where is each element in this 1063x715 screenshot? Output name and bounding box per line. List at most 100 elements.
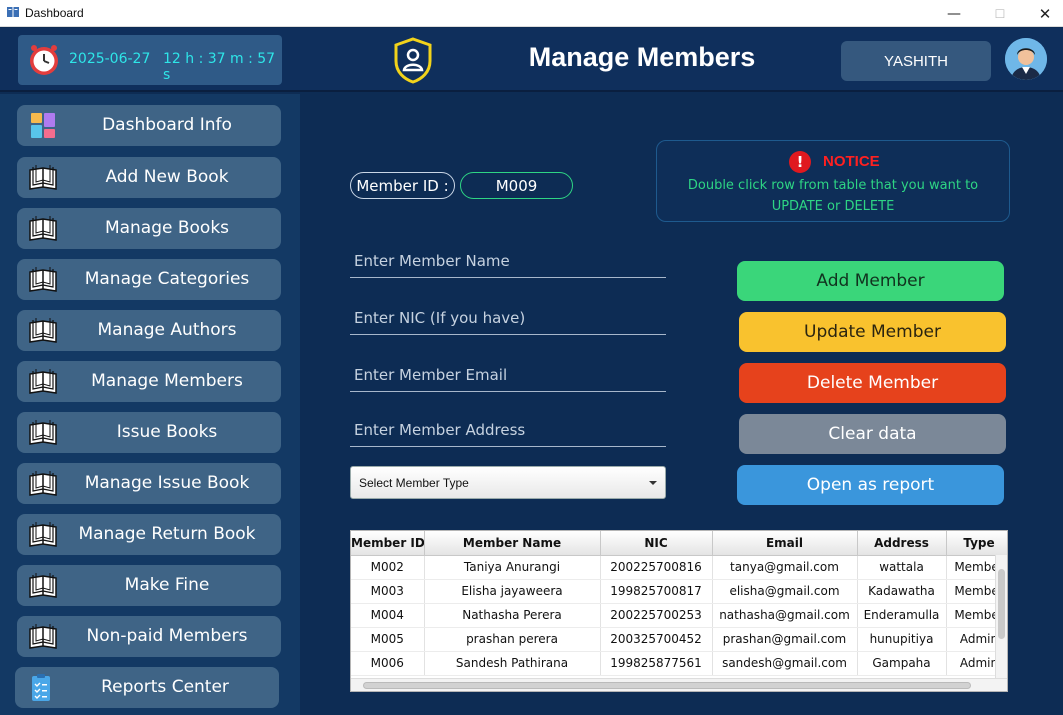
table-horizontal-scrollbar[interactable]	[351, 678, 1007, 691]
member-email-field	[350, 358, 666, 392]
table-cell: Kadawatha	[857, 579, 947, 604]
sidebar-item-manage-members[interactable]: Manage Members	[17, 361, 281, 402]
sidebar-item-non-paid-members[interactable]: Non-paid Members	[17, 616, 281, 657]
clear-data-button[interactable]: Clear data	[739, 414, 1006, 454]
sidebar-item-manage-books[interactable]: Manage Books	[17, 208, 281, 249]
table-cell: 200325700452	[600, 627, 713, 652]
notice-title: NOTICE	[823, 153, 880, 170]
table-row[interactable]: M005 prashan perera 200325700452 prashan…	[351, 627, 1007, 652]
sidebar-item-reports-center[interactable]: Reports Center	[15, 667, 279, 708]
book-icon	[29, 165, 57, 190]
book-icon	[29, 420, 57, 445]
sidebar-item-label: Dashboard Info	[102, 115, 232, 135]
sidebar-item-label: Manage Books	[104, 218, 230, 238]
table-cell: Enderamulla	[857, 603, 947, 628]
sidebar-item-label: Issue Books	[116, 422, 218, 442]
member-type-select[interactable]: Select Member Type	[350, 466, 666, 499]
sidebar-item-label: Manage Categories	[84, 269, 250, 289]
table-row[interactable]: M006 Sandesh Pathirana 199825877561 sand…	[351, 651, 1007, 676]
current-date: 2025-06-27	[69, 51, 151, 67]
member-name-input[interactable]	[350, 244, 666, 277]
app-book-icon	[7, 7, 19, 17]
open-report-button[interactable]: Open as report	[737, 465, 1004, 505]
clock-icon	[30, 45, 58, 75]
app-window: Dashboard — ☐ ✕ 2025-06-27 12 h : 37 m :…	[0, 0, 1063, 715]
table-cell: elisha@gmail.com	[712, 579, 858, 604]
book-icon	[29, 318, 57, 343]
dropdown-arrow-icon	[649, 481, 657, 485]
scrollbar-thumb[interactable]	[363, 682, 971, 689]
table-row[interactable]: M004 Nathasha Perera 200225700253 nathas…	[351, 603, 1007, 628]
warning-icon: !	[789, 151, 811, 173]
table-cell: 200225700816	[600, 555, 713, 580]
sidebar-item-manage-issue-book[interactable]: Manage Issue Book	[17, 463, 281, 504]
delete-member-button[interactable]: Delete Member	[739, 363, 1006, 403]
table-cell: Taniya Anurangi	[424, 555, 601, 580]
member-address-input[interactable]	[350, 413, 666, 446]
table-cell: tanya@gmail.com	[712, 555, 858, 580]
sidebar-item-manage-return-book[interactable]: Manage Return Book	[17, 514, 281, 555]
book-icon	[29, 267, 57, 292]
table-vertical-scrollbar[interactable]	[995, 555, 1007, 679]
sidebar-item-label: Non-paid Members	[86, 626, 248, 646]
sidebar: Dashboard Info Add New Book Manage Books…	[0, 94, 300, 715]
close-button[interactable]: ✕	[1022, 0, 1063, 27]
column-header[interactable]: Email	[712, 531, 858, 556]
sidebar-item-issue-books[interactable]: Issue Books	[17, 412, 281, 453]
table-cell: 200225700253	[600, 603, 713, 628]
sidebar-item-manage-authors[interactable]: Manage Authors	[17, 310, 281, 351]
member-type-value: Select Member Type	[359, 476, 469, 490]
window-title: Dashboard	[25, 6, 84, 20]
update-member-button[interactable]: Update Member	[739, 312, 1006, 352]
user-button[interactable]: YASHITH	[841, 41, 991, 81]
scrollbar-thumb[interactable]	[998, 569, 1005, 639]
table-cell: sandesh@gmail.com	[712, 651, 858, 676]
sidebar-item-label: Make Fine	[124, 575, 210, 595]
table-cell: Elisha jayaweera	[424, 579, 601, 604]
table-cell: 199825700817	[600, 579, 713, 604]
sidebar-item-label: Manage Authors	[97, 320, 237, 340]
table-cell: prashan@gmail.com	[712, 627, 858, 652]
table-row[interactable]: M002 Taniya Anurangi 200225700816 tanya@…	[351, 555, 1007, 580]
column-header[interactable]: Address	[857, 531, 947, 556]
table-cell: Gampaha	[857, 651, 947, 676]
dashboard-tiles-icon	[31, 113, 55, 138]
table-cell: M003	[351, 579, 425, 604]
member-email-input[interactable]	[350, 358, 666, 391]
sidebar-item-add-new-book[interactable]: Add New Book	[17, 157, 281, 198]
clock-panel: 2025-06-27 12 h : 37 m : 57 s	[18, 35, 282, 85]
column-header[interactable]: Type	[946, 531, 1007, 556]
clipboard-icon	[32, 674, 50, 701]
table-cell: Sandesh Pathirana	[424, 651, 601, 676]
title-bar: Dashboard — ☐ ✕	[0, 0, 1063, 27]
sidebar-item-label: Manage Return Book	[78, 524, 256, 544]
nic-input[interactable]	[350, 301, 666, 334]
sidebar-item-label: Manage Members	[91, 371, 243, 391]
minimize-button[interactable]: —	[931, 0, 977, 27]
member-id-label: Member ID :	[350, 172, 455, 199]
table-cell: hunupitiya	[857, 627, 947, 652]
table-cell: M006	[351, 651, 425, 676]
table-cell: 199825877561	[600, 651, 713, 676]
column-header[interactable]: Member ID	[351, 531, 425, 556]
member-name-field	[350, 244, 666, 278]
main-content: Member ID : M009 ! NOTICE Double click r…	[300, 94, 1063, 715]
members-table[interactable]: Member ID Member Name NIC Email Address …	[350, 530, 1008, 692]
sidebar-item-label: Add New Book	[105, 167, 229, 187]
book-icon	[29, 573, 57, 598]
book-icon	[29, 522, 57, 547]
header: 2025-06-27 12 h : 37 m : 57 s Manage Mem…	[0, 28, 1063, 92]
add-member-button[interactable]: Add Member	[737, 261, 1004, 301]
column-header[interactable]: Member Name	[424, 531, 601, 556]
maximize-button[interactable]: ☐	[977, 0, 1023, 27]
sidebar-item-dashboard-info[interactable]: Dashboard Info	[17, 105, 281, 146]
sidebar-item-manage-categories[interactable]: Manage Categories	[17, 259, 281, 300]
table-cell: prashan perera	[424, 627, 601, 652]
book-icon	[29, 216, 57, 241]
column-header[interactable]: NIC	[600, 531, 713, 556]
current-time: 12 h : 37 m : 57 s	[163, 51, 276, 83]
table-cell: wattala	[857, 555, 947, 580]
avatar[interactable]	[1005, 38, 1047, 80]
table-row[interactable]: M003 Elisha jayaweera 199825700817 elish…	[351, 579, 1007, 604]
sidebar-item-make-fine[interactable]: Make Fine	[17, 565, 281, 606]
